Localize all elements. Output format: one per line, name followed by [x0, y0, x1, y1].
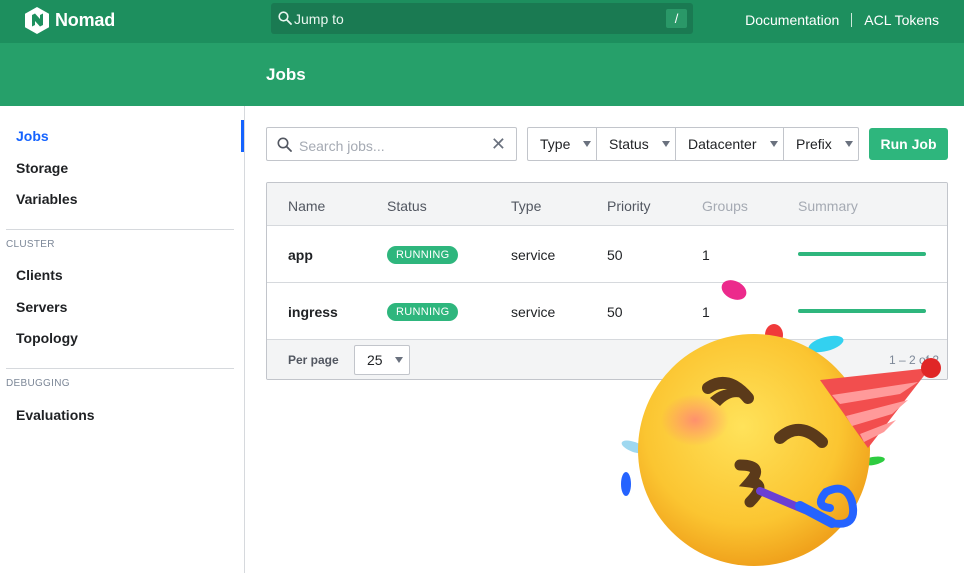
column-header-summary: Summary: [798, 198, 858, 214]
acl-tokens-link[interactable]: ACL Tokens: [864, 12, 939, 28]
sidebar: Jobs Storage Variables CLUSTER Clients S…: [0, 106, 245, 573]
brand-name: Nomad: [55, 10, 116, 30]
column-header-groups: Groups: [702, 198, 748, 214]
filter-datacenter-label: Datacenter: [688, 136, 757, 152]
per-page-label: Per page: [288, 353, 339, 367]
summary-bar: [798, 252, 926, 256]
filter-status[interactable]: Status: [597, 128, 676, 160]
chevron-down-icon: [845, 141, 853, 147]
search-icon: [278, 11, 292, 25]
sidebar-item-variables[interactable]: Variables: [16, 191, 78, 207]
page-title: Jobs: [266, 65, 306, 84]
sidebar-item-servers[interactable]: Servers: [16, 299, 67, 315]
column-header-priority[interactable]: Priority: [607, 198, 651, 214]
job-search-input[interactable]: Search jobs... ✕: [266, 127, 517, 161]
filter-type-label: Type: [540, 136, 571, 152]
close-icon[interactable]: ✕: [491, 134, 506, 155]
job-type: service: [511, 247, 556, 263]
filter-prefix-label: Prefix: [796, 136, 832, 152]
filter-status-label: Status: [609, 136, 649, 152]
sidebar-divider: [6, 368, 234, 369]
nav-links: Documentation ACL Tokens: [745, 12, 939, 28]
chevron-down-icon: [770, 141, 778, 147]
nav-divider: [851, 13, 853, 27]
column-header-type[interactable]: Type: [511, 198, 541, 214]
documentation-link[interactable]: Documentation: [745, 12, 839, 28]
table-header: Name Status Type Priority Groups Summary: [267, 183, 947, 226]
sidebar-section-cluster: CLUSTER: [6, 239, 55, 250]
nomad-logo[interactable]: Nomad: [25, 7, 115, 34]
filter-group: Type Status Datacenter Prefix: [527, 127, 859, 161]
active-indicator: [241, 120, 244, 152]
keyboard-shortcut-badge: /: [666, 9, 687, 28]
job-type: service: [511, 304, 556, 320]
sidebar-item-topology[interactable]: Topology: [16, 330, 78, 346]
chevron-down-icon: [583, 141, 591, 147]
status-badge: RUNNING: [387, 246, 459, 264]
sidebar-item-evaluations[interactable]: Evaluations: [16, 407, 95, 423]
chevron-down-icon: [395, 357, 403, 363]
sidebar-item-storage[interactable]: Storage: [16, 160, 68, 176]
jump-to-label: Jump to: [294, 11, 344, 27]
sidebar-item-jobs[interactable]: Jobs: [16, 128, 49, 144]
page-header: Jobs: [0, 43, 964, 106]
filter-type[interactable]: Type: [528, 128, 597, 160]
jump-to-search[interactable]: Jump to /: [271, 3, 693, 34]
sidebar-item-clients[interactable]: Clients: [16, 267, 63, 283]
search-placeholder: Search jobs...: [299, 138, 385, 154]
job-name[interactable]: ingress: [288, 304, 338, 320]
nomad-logo-icon: [25, 7, 49, 34]
run-job-button[interactable]: Run Job: [869, 128, 948, 160]
per-page-select[interactable]: 25: [354, 345, 410, 375]
job-name[interactable]: app: [288, 247, 313, 263]
per-page-value: 25: [367, 352, 383, 368]
top-nav: Nomad Jump to / Documentation ACL Tokens: [0, 0, 964, 43]
column-header-status[interactable]: Status: [387, 198, 427, 214]
party-face-emoji-icon: [621, 280, 941, 566]
column-header-name[interactable]: Name: [288, 198, 325, 214]
search-icon: [277, 137, 292, 152]
job-groups: 1: [702, 247, 710, 263]
chevron-down-icon: [662, 141, 670, 147]
filter-datacenter[interactable]: Datacenter: [676, 128, 784, 160]
job-priority: 50: [607, 247, 623, 263]
status-badge: RUNNING: [387, 303, 459, 321]
sidebar-divider: [6, 229, 234, 230]
filter-prefix[interactable]: Prefix: [784, 128, 858, 160]
sidebar-section-debugging: DEBUGGING: [6, 378, 70, 389]
